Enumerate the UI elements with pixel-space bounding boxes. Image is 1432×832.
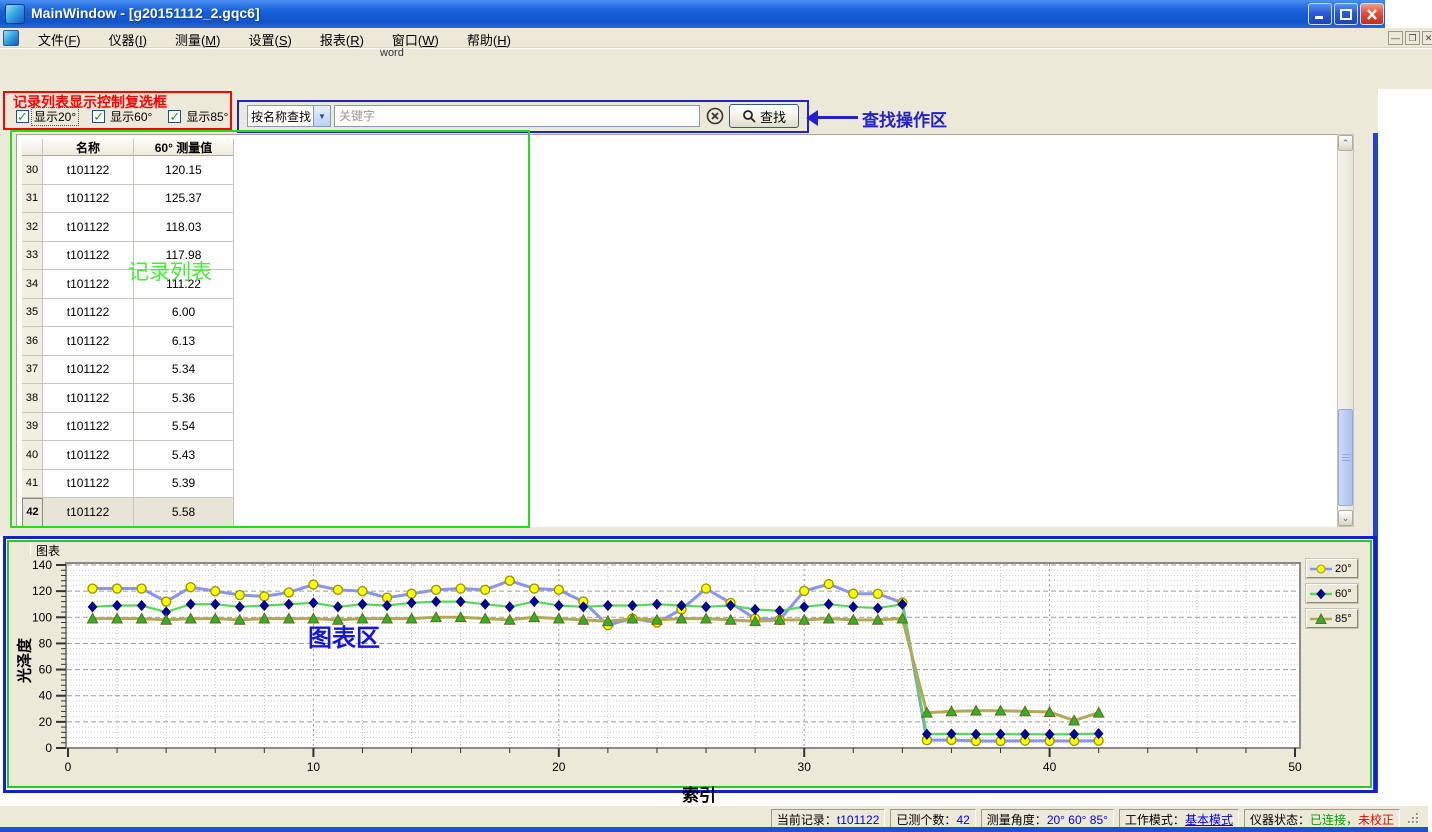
- svg-text:0: 0: [65, 760, 72, 774]
- close-button[interactable]: [1360, 3, 1384, 25]
- checkbox-show20-box[interactable]: ✓: [16, 110, 29, 123]
- minimize-button[interactable]: [1308, 3, 1332, 25]
- svg-text:140: 140: [32, 558, 52, 572]
- svg-text:30: 30: [798, 760, 812, 774]
- find-button[interactable]: 查找: [729, 104, 799, 128]
- checkbox-show60-label: 显示60°: [108, 108, 154, 125]
- status-bar: 当前记录：t101122 已测个数：42 测量角度：20° 60° 85° 工作模式：…: [0, 805, 1428, 827]
- maximize-button[interactable]: [1334, 3, 1358, 25]
- word-export-label: word: [380, 47, 404, 59]
- svg-text:40: 40: [39, 689, 53, 703]
- status-current-record-value: t101122: [837, 813, 880, 827]
- svg-text:80: 80: [39, 636, 53, 650]
- menu-report[interactable]: 报表(R): [306, 28, 378, 48]
- status-measured-count-value: 42: [956, 813, 969, 827]
- menu-settings[interactable]: 设置(S): [234, 28, 305, 48]
- status-current-record-label: 当前记录：: [777, 813, 837, 827]
- search-mode-select[interactable]: 按名称查找 ▼: [247, 105, 331, 127]
- status-work-mode-value: 基本模式: [1185, 813, 1233, 827]
- checkbox-show60-box[interactable]: ✓: [92, 110, 105, 123]
- scroll-up-icon[interactable]: ⌃: [1338, 135, 1353, 151]
- menu-file[interactable]: 文件(F): [24, 28, 95, 48]
- svg-text:60: 60: [39, 663, 53, 677]
- svg-text:100: 100: [32, 610, 52, 624]
- menu-instrument[interactable]: 仪器(I): [95, 28, 161, 48]
- arrow-left-icon: [806, 110, 818, 126]
- legend-label: 85°: [1335, 613, 1352, 625]
- mdi-minimize-icon[interactable]: —: [1388, 31, 1403, 45]
- status-angles-label: 测量角度：: [987, 813, 1047, 827]
- checkbox-show85-label: 显示85°: [184, 108, 230, 125]
- status-work-mode-label: 工作模式：: [1125, 813, 1185, 827]
- legend-label: 60°: [1335, 588, 1352, 600]
- gloss-chart-plot: 0 10 20 30 40 50 0 20 40 60 80 100 120 140: [0, 536, 1378, 792]
- menu-window[interactable]: 窗口(W): [378, 28, 453, 48]
- main-window: MainWindow - [g20151112_2.gqc6] 文件(F)仪器(…: [0, 0, 1432, 832]
- legend-item-20[interactable]: 20°: [1306, 559, 1358, 578]
- display-checkboxes: ✓显示20°✓显示60°✓显示85°: [16, 108, 244, 125]
- record-list-annotation-text: 记录列表: [128, 256, 212, 286]
- svg-text:10: 10: [307, 760, 321, 774]
- legend-item-85[interactable]: 85°: [1306, 609, 1358, 628]
- toolbar: G: [0, 48, 1432, 89]
- chart-y-axis-label: 光泽度: [14, 611, 35, 711]
- status-instrument-state-label: 仪器状态：: [1250, 813, 1310, 827]
- svg-text:50: 50: [1288, 760, 1302, 774]
- menu-items: 文件(F)仪器(I)测量(M)设置(S)报表(R)窗口(W)帮助(H): [24, 28, 525, 48]
- checkbox-show60[interactable]: ✓显示60°: [92, 108, 154, 125]
- checkbox-show85[interactable]: ✓显示85°: [168, 108, 230, 125]
- svg-text:0: 0: [45, 741, 52, 755]
- window-title: MainWindow - [g20151112_2.gqc6]: [31, 5, 260, 21]
- status-instrument-state-value: 已连接，: [1310, 813, 1358, 827]
- vertical-scrollbar[interactable]: ⌃ ⌄: [1337, 134, 1354, 527]
- menu-help[interactable]: 帮助(H): [453, 28, 525, 48]
- svg-text:20: 20: [39, 715, 53, 729]
- find-button-label: 查找: [760, 107, 786, 126]
- resize-grip[interactable]: [1408, 812, 1420, 824]
- chevron-down-icon[interactable]: ▼: [313, 106, 330, 126]
- mdi-close-icon[interactable]: ✕: [1422, 31, 1432, 45]
- search-icon: [742, 109, 756, 123]
- app-icon: [5, 4, 25, 24]
- legend-label: 20°: [1335, 563, 1352, 575]
- mdi-restore-icon[interactable]: ❐: [1405, 31, 1420, 45]
- status-angles-value: 20° 60° 85°: [1047, 813, 1108, 827]
- status-instrument-state-value: 未校正: [1358, 813, 1394, 827]
- arrow-line: [818, 116, 858, 119]
- title-bar: MainWindow - [g20151112_2.gqc6]: [0, 0, 1385, 28]
- chart-annotation-text: 图表区: [308, 618, 380, 653]
- keyword-input[interactable]: [334, 105, 700, 127]
- checkbox-show20-label: 显示20°: [32, 108, 78, 125]
- svg-text:40: 40: [1043, 760, 1057, 774]
- clear-search-icon[interactable]: [706, 107, 724, 125]
- chart-x-axis-label: 索引: [682, 781, 716, 806]
- checkbox-show20[interactable]: ✓显示20°: [16, 108, 78, 125]
- svg-text:120: 120: [32, 584, 52, 598]
- svg-text:20: 20: [552, 760, 566, 774]
- record-list-annotation-box: [10, 130, 530, 528]
- scrollbar-thumb[interactable]: [1338, 409, 1353, 506]
- checkbox-show85-box[interactable]: ✓: [168, 110, 181, 123]
- search-annotation-text: 查找操作区: [862, 106, 947, 131]
- search-mode-value: 按名称查找: [248, 108, 313, 125]
- document-icon[interactable]: [3, 30, 19, 46]
- legend-item-60[interactable]: 60°: [1306, 584, 1358, 603]
- menu-measure[interactable]: 测量(M): [161, 28, 235, 48]
- scroll-down-icon[interactable]: ⌄: [1338, 510, 1353, 526]
- window-bottom-border: [0, 827, 1428, 832]
- status-measured-count-label: 已测个数：: [896, 813, 956, 827]
